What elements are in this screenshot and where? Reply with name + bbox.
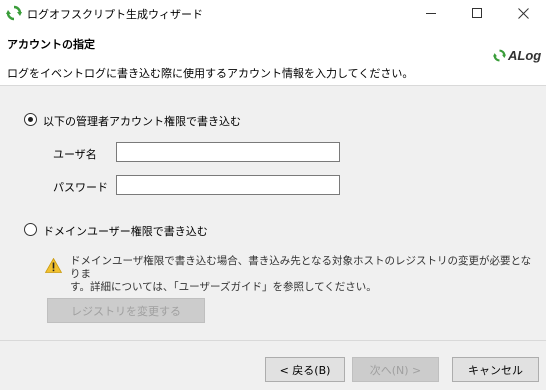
wizard-header: アカウントの指定 ログをイベントログに書き込む際に使用するアカウント情報を入力し… [0,26,546,86]
username-input[interactable] [116,142,340,162]
page-title: アカウントの指定 [7,38,95,51]
cancel-button[interactable]: キャンセル [452,357,539,382]
domain-user-label[interactable]: ドメインユーザー権限で書き込む [43,223,208,239]
username-label: ユーザ名 [53,148,97,161]
warning-icon [44,257,63,273]
warning-message: ドメインユーザ権限で書き込む場合、書き込み先となる対象ホストのレジストリの変更が… [70,255,540,294]
window-title: ログオフスクリプト生成ウィザード [27,8,203,21]
close-icon [517,7,529,19]
minimize-button[interactable] [408,0,454,26]
maximize-icon [472,8,482,18]
app-refresh-icon [6,5,22,21]
back-button[interactable]: < 戻る(B) [265,357,345,382]
maximize-button[interactable] [454,0,500,26]
password-label: パスワード [53,181,108,194]
alog-logo: ALog [493,48,541,63]
warning-line-2: す。詳細については、「ユーザーズガイド」を参照してください。 [70,281,377,293]
change-registry-button[interactable]: レジストリを変更する [47,298,205,323]
logo-text: ALog [508,48,542,63]
admin-account-label[interactable]: 以下の管理者アカウント権限で書き込む [43,113,241,129]
password-input[interactable] [116,175,340,195]
page-description: ログをイベントログに書き込む際に使用するアカウント情報を入力してください。 [7,67,414,80]
title-bar: ログオフスクリプト生成ウィザード [0,0,546,26]
next-button[interactable]: 次へ(N) > [352,357,439,382]
close-button[interactable] [500,0,546,26]
minimize-icon [426,12,436,14]
warning-line-1: ドメインユーザ権限で書き込む場合、書き込み先となる対象ホストのレジストリの変更が… [70,255,532,280]
alog-refresh-icon [493,49,506,62]
domain-user-radio[interactable] [24,223,37,236]
footer-divider [0,340,546,341]
admin-account-radio[interactable] [24,113,37,126]
